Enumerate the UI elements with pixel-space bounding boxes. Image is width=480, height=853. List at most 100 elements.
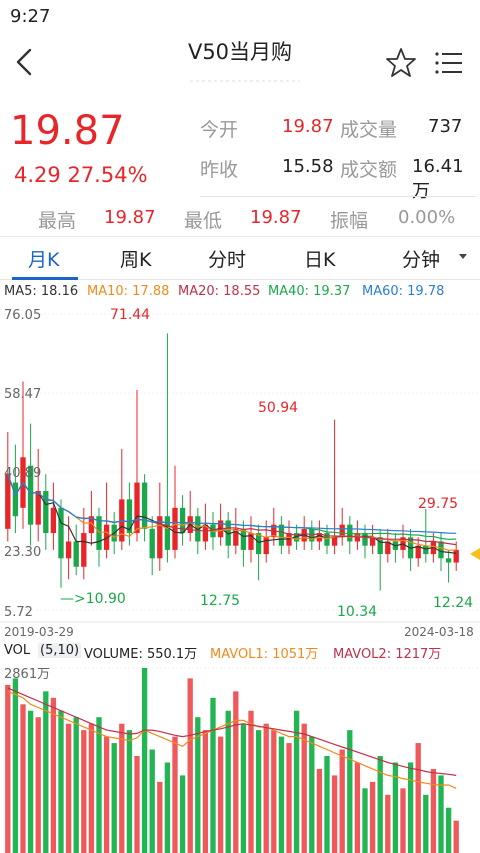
candle-body (453, 549, 459, 563)
nav-bar: V50当月购 (0, 34, 480, 90)
volume-bar (453, 820, 459, 853)
volume-bar (278, 736, 285, 853)
annotation-low: —>10.90 (60, 591, 126, 607)
volume-bar (157, 781, 163, 853)
price-change: 4.29 27.54% (14, 163, 148, 187)
volume-bar (187, 678, 193, 853)
amplitude-value: 0.00% (398, 207, 456, 228)
candle-body (149, 528, 155, 559)
y-axis-label: 5.72 (4, 605, 33, 620)
volume-bar (415, 743, 421, 853)
candle-body (331, 537, 338, 546)
volume-bar (385, 794, 391, 853)
period-tabs: 月K 周K 分时 日K 分钟 (0, 236, 480, 280)
divider (200, 196, 476, 197)
volume-bar (35, 717, 41, 853)
kline-chart[interactable]: 76.05 58.47 40.89 23.30 5.72 71.44 50.94… (0, 300, 480, 640)
vol-params[interactable]: (5,10) (38, 643, 82, 658)
candle-body (240, 528, 247, 550)
volume-bar (248, 710, 254, 853)
tab-week-k[interactable]: 周K (120, 245, 151, 272)
ma60-label: MA60: 19.78 (362, 284, 445, 299)
candle-body (73, 541, 79, 567)
low-value: 19.87 (250, 207, 302, 228)
tab-intraday[interactable]: 分时 (208, 245, 246, 272)
tab-day-k[interactable]: 日K (304, 245, 335, 272)
star-icon[interactable] (384, 46, 418, 80)
tab-minute[interactable]: 分钟 (402, 245, 440, 272)
candle-body (164, 516, 171, 550)
y-axis-label: 76.05 (4, 308, 41, 323)
volume-bar (50, 697, 57, 853)
candle-body (50, 507, 57, 534)
candle-body (81, 533, 87, 567)
end-date: 2024-03-18 (404, 625, 474, 639)
volume-bar (377, 756, 383, 853)
annotation-low: 12.75 (200, 593, 240, 609)
tab-month-k[interactable]: 月K (28, 245, 59, 272)
volume-bar (164, 762, 171, 853)
volume-bar (65, 723, 72, 853)
start-date: 2019-03-29 (4, 625, 74, 639)
ma10-label: MA10: 17.88 (87, 284, 170, 299)
candle-body (58, 507, 64, 559)
volume-bar (134, 756, 140, 853)
volume-bar (81, 730, 87, 853)
ma60-line (7, 473, 457, 534)
volume-bar (438, 775, 444, 853)
volume-bar (309, 736, 315, 853)
volume-bar (172, 736, 178, 853)
volume-bar (141, 668, 148, 853)
annotation-high: 71.44 (110, 307, 150, 323)
amplitude-label: 振幅 (330, 210, 369, 232)
active-tab-indicator (12, 277, 78, 280)
volume-bar (301, 723, 307, 853)
volume-chart[interactable]: 2861万 (0, 664, 480, 853)
volume-bar (20, 704, 26, 853)
annotation-low: 10.34 (337, 604, 377, 620)
current-price-marker (470, 548, 480, 560)
volume-bar (217, 736, 224, 853)
volume-bar (362, 788, 368, 853)
candle-body (141, 482, 148, 529)
volume-bar (271, 730, 277, 853)
volume-bar (339, 749, 345, 853)
ma40-label: MA40: 19.37 (268, 284, 351, 299)
volume-bar (255, 730, 262, 853)
volume-bar (316, 768, 323, 853)
volume-bar (88, 723, 95, 853)
ma20-label: MA20: 18.55 (178, 284, 261, 299)
annotation-low: 12.24 (433, 595, 473, 611)
volume-bar (5, 684, 11, 853)
candle-body (126, 499, 133, 534)
volume-bar (324, 756, 330, 853)
prev-close-value: 15.58 (282, 156, 334, 177)
vol-volume: VOLUME: 550.1万 (84, 647, 198, 662)
volume-bar (179, 775, 186, 853)
open-label: 今开 (200, 119, 239, 141)
prev-close-label: 昨收 (200, 159, 239, 181)
candle-body (12, 482, 19, 517)
volume-bar (202, 730, 209, 853)
volume-bar (445, 807, 452, 853)
dropdown-arrow-icon[interactable] (458, 253, 468, 261)
volume-bar (111, 743, 117, 853)
volume-bar (354, 762, 361, 853)
candle-body (278, 524, 285, 546)
candle-body (362, 533, 368, 546)
menu-list-icon[interactable] (432, 46, 466, 80)
title-dotted-underline (190, 80, 300, 82)
volume-bar (233, 691, 239, 853)
candle-body (134, 482, 140, 534)
candle-body (445, 558, 452, 563)
volume-bar (369, 781, 376, 853)
volume-bar (263, 723, 269, 853)
high-label: 最高 (38, 210, 77, 232)
y-axis-label: 40.89 (4, 466, 41, 481)
candle-body (5, 474, 11, 529)
open-value: 19.87 (282, 116, 334, 137)
volume-value: 737 (428, 116, 463, 137)
y-axis-label: 58.47 (4, 387, 41, 402)
ma5-line (7, 473, 457, 554)
volume-bar (286, 743, 292, 853)
